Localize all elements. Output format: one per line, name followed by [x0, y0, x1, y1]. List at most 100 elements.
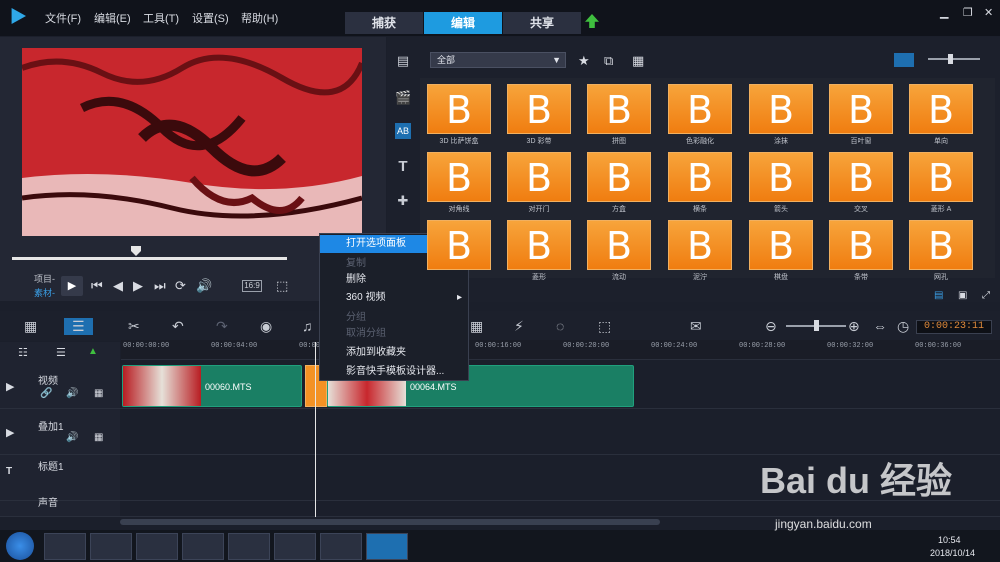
- transition-thumbnail[interactable]: B: [909, 84, 973, 134]
- record-capture-icon[interactable]: ◉: [260, 318, 272, 335]
- taskbar-document-icon[interactable]: [274, 533, 316, 560]
- to-start-icon[interactable]: ⏮: [91, 278, 103, 294]
- zoom-handle[interactable]: [814, 320, 819, 331]
- media-icon[interactable]: ▤: [395, 53, 411, 69]
- tab-capture[interactable]: 捕获: [345, 12, 423, 34]
- title-icon[interactable]: T: [395, 158, 411, 175]
- scrub-bar[interactable]: [12, 257, 287, 260]
- tab-share[interactable]: 共享: [503, 12, 581, 34]
- overlay-track-name[interactable]: 叠加1: [38, 418, 64, 433]
- restore-button[interactable]: ❐: [963, 6, 973, 19]
- repeat-icon[interactable]: ⟳: [175, 278, 186, 294]
- timeline-view-icon[interactable]: ☰: [64, 318, 93, 335]
- clock-time[interactable]: 10:54: [938, 535, 961, 545]
- start-button[interactable]: [6, 532, 34, 560]
- transition-thumbnail[interactable]: B: [829, 84, 893, 134]
- overlay-grid-icon[interactable]: ▦: [94, 432, 103, 443]
- zoom-out-icon[interactable]: ⊖: [765, 318, 777, 335]
- playhead[interactable]: [315, 342, 316, 517]
- clip-mode-label[interactable]: 素材-: [34, 286, 55, 299]
- menu-edit[interactable]: 编辑(E): [94, 10, 131, 26]
- transition-thumbnail[interactable]: B: [749, 152, 813, 202]
- title-track-name[interactable]: 标题1: [38, 458, 64, 473]
- storyboard-view-icon[interactable]: ▦: [24, 318, 37, 335]
- grid-icon[interactable]: ▦: [94, 388, 103, 399]
- thumbnail-size-handle[interactable]: [948, 54, 953, 64]
- mask-icon[interactable]: ⬚: [598, 318, 611, 335]
- transition-thumbnail[interactable]: B: [668, 152, 732, 202]
- transition-thumbnail[interactable]: B: [749, 220, 813, 270]
- minimize-button[interactable]: ▁: [940, 6, 948, 19]
- close-button[interactable]: ✕: [984, 6, 993, 19]
- context-menu-item[interactable]: 删除: [320, 271, 468, 289]
- taskbar-folder-icon[interactable]: [90, 533, 132, 560]
- link-icon[interactable]: 🔗: [40, 388, 52, 399]
- transition-thumbnail[interactable]: B: [507, 152, 571, 202]
- zoom-in-icon[interactable]: ⊕: [848, 318, 860, 335]
- resize-icon[interactable]: ⬚: [276, 278, 288, 294]
- view-list-icon[interactable]: ▤: [934, 290, 943, 301]
- play-button[interactable]: ▶: [61, 276, 83, 296]
- upload-arrow-icon[interactable]: [585, 14, 599, 28]
- video-preview[interactable]: [22, 48, 362, 236]
- transition-thumbnail[interactable]: B: [668, 84, 732, 134]
- track-manager-icon[interactable]: ☷: [18, 346, 28, 359]
- context-menu-item[interactable]: 360 视频 ▸: [320, 289, 468, 307]
- menu-help[interactable]: 帮助(H): [241, 10, 278, 26]
- taskbar-qq-icon[interactable]: [136, 533, 178, 560]
- transition-thumbnail[interactable]: B: [749, 84, 813, 134]
- transition-thumbnail[interactable]: B: [587, 84, 651, 134]
- taskbar-browser-icon[interactable]: [44, 533, 86, 560]
- path-icon[interactable]: ◌: [556, 318, 564, 334]
- transition-thumbnail[interactable]: B: [829, 220, 893, 270]
- transition-thumbnail[interactable]: B: [427, 220, 491, 270]
- transition-thumbnail[interactable]: B: [587, 152, 651, 202]
- add-favorite-icon[interactable]: ★: [578, 53, 590, 69]
- chapter-icon[interactable]: ☰: [56, 346, 66, 359]
- thumbnail-size-slider[interactable]: [928, 58, 980, 60]
- sound-mixer-icon[interactable]: ♫: [302, 318, 313, 334]
- menu-tools[interactable]: 工具(T): [143, 10, 179, 26]
- motion-tracking-icon[interactable]: ⚡: [514, 318, 524, 335]
- overlay-audio-icon[interactable]: 🔊: [66, 432, 78, 443]
- transition-thumbnail[interactable]: B: [507, 84, 571, 134]
- transition-thumbnail[interactable]: B: [427, 152, 491, 202]
- transition-thumbnail[interactable]: B: [668, 220, 732, 270]
- transition-thumbnail[interactable]: B: [829, 152, 893, 202]
- transition-thumbnail[interactable]: B: [427, 84, 491, 134]
- video-clip-1[interactable]: 00060.MTS: [122, 365, 302, 407]
- add-marker-icon[interactable]: ▲: [88, 346, 98, 357]
- transition-icon[interactable]: AB: [395, 123, 411, 139]
- view-grid-icon[interactable]: ▣: [958, 290, 967, 301]
- track-audio-icon[interactable]: 🔊: [66, 388, 78, 399]
- transition-thumbnail[interactable]: B: [909, 152, 973, 202]
- taskbar-record-icon[interactable]: [320, 533, 362, 560]
- tab-edit[interactable]: 编辑: [424, 12, 502, 34]
- horizontal-scrollbar[interactable]: [120, 519, 660, 525]
- context-menu-item[interactable]: 添加到收藏夹: [320, 344, 468, 362]
- timecode-display[interactable]: 0:00:23:11: [916, 320, 992, 334]
- taskbar-videostudio-icon[interactable]: [366, 533, 408, 560]
- transition-thumbnail[interactable]: B: [909, 220, 973, 270]
- context-menu-item[interactable]: 取消分组: [320, 325, 468, 343]
- taskbar-media-icon[interactable]: [228, 533, 270, 560]
- graphics-icon[interactable]: ✚: [395, 193, 411, 209]
- to-end-icon[interactable]: ⏭: [154, 278, 166, 294]
- tools-icon[interactable]: ✂: [128, 318, 140, 335]
- instant-project-icon[interactable]: 🎬: [395, 90, 411, 106]
- multi-camera-icon[interactable]: ▦: [470, 318, 483, 335]
- transition-thumbnail[interactable]: B: [507, 220, 571, 270]
- menu-settings[interactable]: 设置(S): [192, 10, 229, 26]
- redo-icon[interactable]: ↷: [216, 318, 228, 335]
- category-dropdown[interactable]: 全部 ▼: [430, 52, 566, 68]
- voice-track-name[interactable]: 声音: [38, 494, 58, 509]
- transition-thumbnail[interactable]: B: [587, 220, 651, 270]
- next-frame-icon[interactable]: ▶: [133, 278, 143, 294]
- mark-icon[interactable]: ✉: [690, 318, 702, 335]
- aspect-ratio-button[interactable]: 16:9: [242, 280, 262, 292]
- taskbar-firefox-icon[interactable]: [182, 533, 224, 560]
- video-track-name[interactable]: 视频: [38, 372, 58, 387]
- fit-project-icon[interactable]: ⇔: [873, 318, 887, 334]
- volume-icon[interactable]: 🔊: [196, 278, 212, 294]
- filmstrip-icon[interactable]: ▦: [632, 53, 644, 69]
